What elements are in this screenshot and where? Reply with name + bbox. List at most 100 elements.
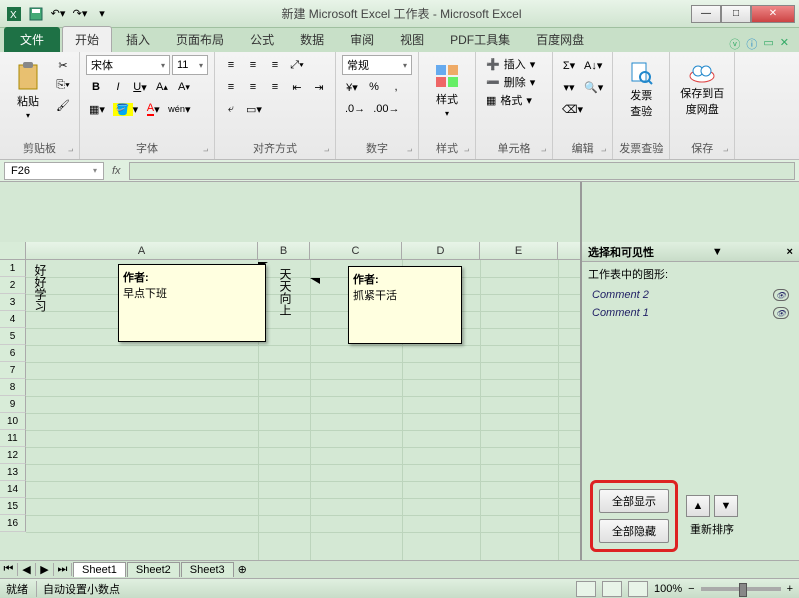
clear-button[interactable]: ⌫▾ <box>559 99 586 119</box>
italic-button[interactable]: I <box>108 77 128 97</box>
font-name-combo[interactable]: 宋体 <box>86 55 170 75</box>
tab-view[interactable]: 视图 <box>388 27 436 52</box>
increase-decimal-button[interactable]: .0→ <box>342 99 368 119</box>
move-up-button[interactable]: ▲ <box>686 495 710 517</box>
merge-button[interactable]: ▭▾ <box>243 99 265 119</box>
pane-close-icon[interactable]: × <box>787 246 793 258</box>
format-cells-button[interactable]: ▦ 格式 ▾ <box>482 91 546 109</box>
view-normal-button[interactable] <box>576 581 596 597</box>
sheet-next-icon[interactable]: ▶ <box>36 563 54 576</box>
tab-data[interactable]: 数据 <box>288 27 336 52</box>
excel-icon[interactable]: X <box>4 4 24 24</box>
invoice-button[interactable]: 发票 查验 <box>619 55 663 125</box>
view-page-break-button[interactable] <box>628 581 648 597</box>
row-header[interactable]: 11 <box>0 430 26 447</box>
visibility-toggle-icon[interactable]: 👁 <box>773 307 789 319</box>
indent-decrease-button[interactable]: ⇤ <box>287 77 307 97</box>
decrease-font-button[interactable]: A▾ <box>174 77 194 97</box>
row-header[interactable]: 1 <box>0 260 26 277</box>
show-all-button[interactable]: 全部显示 <box>599 489 669 513</box>
styles-button[interactable]: 样式 ▾ <box>425 55 469 125</box>
font-size-combo[interactable]: 11 <box>172 55 208 75</box>
view-page-layout-button[interactable] <box>602 581 622 597</box>
phonetic-button[interactable]: wén▾ <box>165 99 193 119</box>
help-icon[interactable]: ⓘ <box>746 36 757 52</box>
wrap-text-button[interactable]: ⤶ <box>221 99 241 119</box>
sort-button[interactable]: A↓▾ <box>581 55 605 75</box>
tab-layout[interactable]: 页面布局 <box>164 27 236 52</box>
col-header-a[interactable]: A <box>26 242 258 259</box>
row-header[interactable]: 3 <box>0 294 26 311</box>
grid-body[interactable]: 12345678910111213141516 好好学习 天天向上 作者: 早点… <box>0 260 580 560</box>
align-center-button[interactable]: ≡ <box>243 77 263 97</box>
fill-button[interactable]: ▾▾ <box>559 77 579 97</box>
col-header-e[interactable]: E <box>480 242 558 259</box>
row-header[interactable]: 10 <box>0 413 26 430</box>
ribbon-minimize-icon[interactable]: ⓥ <box>729 36 740 52</box>
sheet-first-icon[interactable]: ⏮ <box>0 563 18 576</box>
close-button[interactable]: ✕ <box>751 5 795 23</box>
copy-button[interactable]: ⎘▾ <box>53 75 73 95</box>
comment-box-1[interactable]: 作者: 早点下班 <box>118 264 266 342</box>
row-header[interactable]: 16 <box>0 515 26 532</box>
row-header[interactable]: 13 <box>0 464 26 481</box>
row-header[interactable]: 5 <box>0 328 26 345</box>
percent-button[interactable]: % <box>364 77 384 97</box>
paste-button[interactable]: 粘贴 ▾ <box>6 55 50 125</box>
qat-dropdown-icon[interactable]: ▾ <box>92 4 112 24</box>
close-workbook-icon[interactable]: ✕ <box>780 36 789 52</box>
shape-item-comment2[interactable]: Comment 2 👁 <box>582 286 799 304</box>
tab-insert[interactable]: 插入 <box>114 27 162 52</box>
col-header-d[interactable]: D <box>402 242 480 259</box>
cut-button[interactable]: ✂ <box>53 55 73 75</box>
autosum-button[interactable]: Σ▾ <box>559 55 579 75</box>
pane-dropdown-icon[interactable]: ▼ <box>712 246 723 258</box>
zoom-level[interactable]: 100% <box>654 583 682 595</box>
row-header[interactable]: 4 <box>0 311 26 328</box>
col-header-b[interactable]: B <box>258 242 310 259</box>
undo-icon[interactable]: ↶▾ <box>48 4 68 24</box>
maximize-button[interactable]: □ <box>721 5 751 23</box>
tab-baidu[interactable]: 百度网盘 <box>524 27 596 52</box>
col-header-c[interactable]: C <box>310 242 402 259</box>
comment-box-2[interactable]: 作者: 抓紧干活 <box>348 266 462 344</box>
visibility-toggle-icon[interactable]: 👁 <box>773 289 789 301</box>
save-cloud-button[interactable]: 保存到百 度网盘 <box>676 55 728 125</box>
row-header[interactable]: 8 <box>0 379 26 396</box>
tab-review[interactable]: 审阅 <box>338 27 386 52</box>
find-button[interactable]: 🔍▾ <box>581 77 606 97</box>
insert-cells-button[interactable]: ➕ 插入 ▾ <box>482 55 546 73</box>
tab-formula[interactable]: 公式 <box>238 27 286 52</box>
font-color-button[interactable]: A▾ <box>143 99 163 119</box>
fill-color-button[interactable]: 🪣▾ <box>110 99 141 119</box>
formula-input[interactable] <box>129 162 795 180</box>
currency-button[interactable]: ¥▾ <box>342 77 362 97</box>
row-header[interactable]: 2 <box>0 277 26 294</box>
new-sheet-icon[interactable]: ⊕ <box>238 563 247 576</box>
sheet-tab-3[interactable]: Sheet3 <box>181 562 234 577</box>
tab-pdf[interactable]: PDF工具集 <box>438 27 522 52</box>
align-left-button[interactable]: ≡ <box>221 77 241 97</box>
format-painter-button[interactable]: 🖌 <box>53 95 73 115</box>
fx-icon[interactable]: fx <box>112 165 121 177</box>
align-top-button[interactable]: ≡ <box>221 55 241 75</box>
select-all-corner[interactable] <box>0 242 26 259</box>
sheet-prev-icon[interactable]: ◀ <box>18 563 36 576</box>
name-box[interactable]: F26 <box>4 162 104 180</box>
bold-button[interactable]: B <box>86 77 106 97</box>
row-header[interactable]: 6 <box>0 345 26 362</box>
underline-button[interactable]: U▾ <box>130 77 150 97</box>
row-header[interactable]: 14 <box>0 481 26 498</box>
comma-button[interactable]: , <box>386 77 406 97</box>
save-icon[interactable] <box>26 4 46 24</box>
window-restore-icon[interactable]: ▭ <box>763 36 773 52</box>
row-header[interactable]: 12 <box>0 447 26 464</box>
redo-icon[interactable]: ↷▾ <box>70 4 90 24</box>
zoom-out-button[interactable]: − <box>688 583 694 595</box>
align-middle-button[interactable]: ≡ <box>243 55 263 75</box>
zoom-in-button[interactable]: + <box>787 583 793 595</box>
align-bottom-button[interactable]: ≡ <box>265 55 285 75</box>
row-header[interactable]: 9 <box>0 396 26 413</box>
shape-item-comment1[interactable]: Comment 1 👁 <box>582 304 799 322</box>
move-down-button[interactable]: ▼ <box>714 495 738 517</box>
